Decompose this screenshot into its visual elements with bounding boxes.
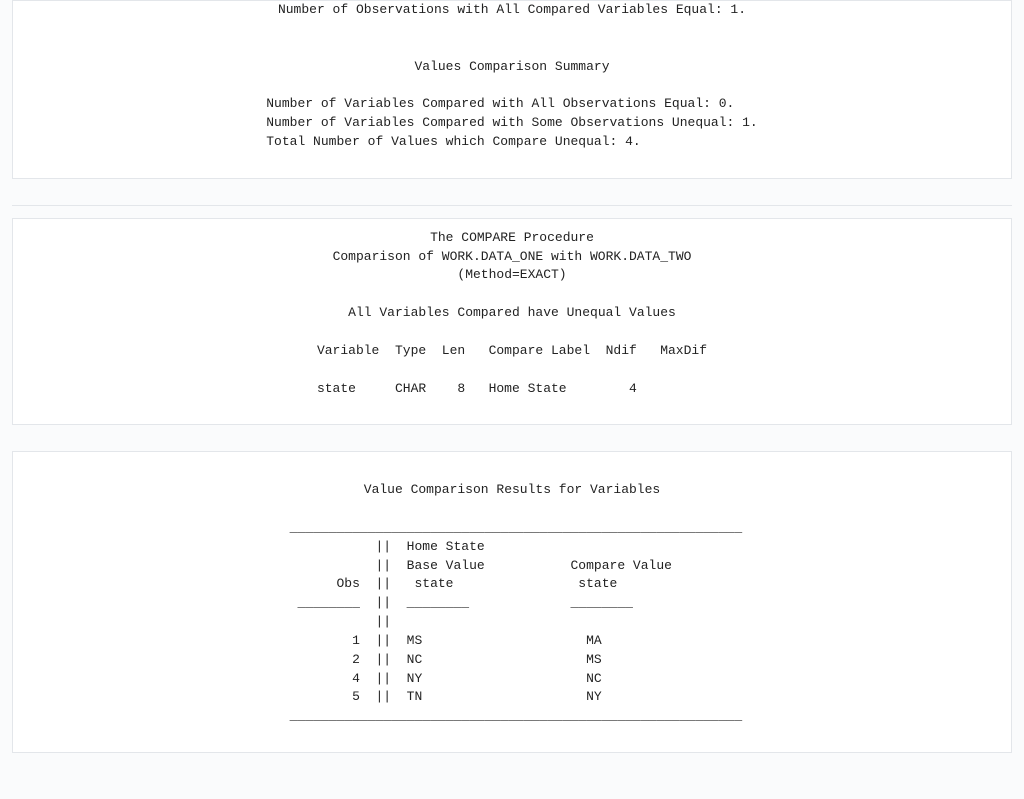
blank-line — [37, 323, 987, 342]
blank-line — [37, 500, 987, 519]
vc-row-4: 5 || TN NY — [282, 689, 602, 704]
value-comparison-table: ________________________________________… — [37, 519, 987, 726]
values-summary-block: Number of Variables Compared with All Ob… — [37, 95, 987, 152]
compare-title-3: (Method=EXACT) — [37, 266, 987, 285]
compare-header: Variable Type Len Compare Label Ndif Max… — [317, 343, 707, 358]
compare-title-1: The COMPARE Procedure — [37, 229, 987, 248]
vc-hdr-sep: ________ || ________ ________ — [282, 595, 633, 610]
blank-line — [37, 462, 987, 481]
section-divider — [12, 205, 1012, 206]
compare-row: state CHAR 8 Home State 4 — [317, 381, 637, 396]
vc-hdr1: || Home State — [282, 539, 485, 554]
blank-line — [37, 76, 987, 95]
vars-some-unequal: Number of Variables Compared with Some O… — [266, 115, 757, 130]
values-summary-title: Values Comparison Summary — [37, 58, 987, 77]
value-comparison-title: Value Comparison Results for Variables — [37, 481, 987, 500]
blank-line — [37, 39, 987, 58]
blank-line — [37, 285, 987, 304]
vc-row-2: 2 || NC MS — [282, 652, 602, 667]
vc-hr-bot: ________________________________________… — [282, 708, 742, 723]
compare-subtitle: All Variables Compared have Unequal Valu… — [37, 304, 987, 323]
vc-hr-top: ________________________________________… — [282, 520, 742, 535]
panel-compare-procedure: The COMPARE Procedure Comparison of WORK… — [12, 218, 1012, 426]
panel-summary: Number of Observations with All Compared… — [12, 0, 1012, 179]
vars-all-equal: Number of Variables Compared with All Ob… — [266, 96, 734, 111]
vc-row-3: 4 || NY NC — [282, 671, 602, 686]
panel-value-comparison: Value Comparison Results for Variables _… — [12, 451, 1012, 753]
blank-line — [37, 20, 987, 39]
vc-hdr3: Obs || state state — [282, 576, 617, 591]
obs-equal-line: Number of Observations with All Compared… — [37, 1, 987, 20]
compare-table-block: Variable Type Len Compare Label Ndif Max… — [37, 342, 987, 399]
vc-hdr2: || Base Value Compare Value — [282, 558, 672, 573]
vc-hdr-blank: || — [282, 614, 391, 629]
total-unequal: Total Number of Values which Compare Une… — [266, 134, 640, 149]
compare-title-2: Comparison of WORK.DATA_ONE with WORK.DA… — [37, 248, 987, 267]
vc-row-1: 1 || MS MA — [282, 633, 602, 648]
